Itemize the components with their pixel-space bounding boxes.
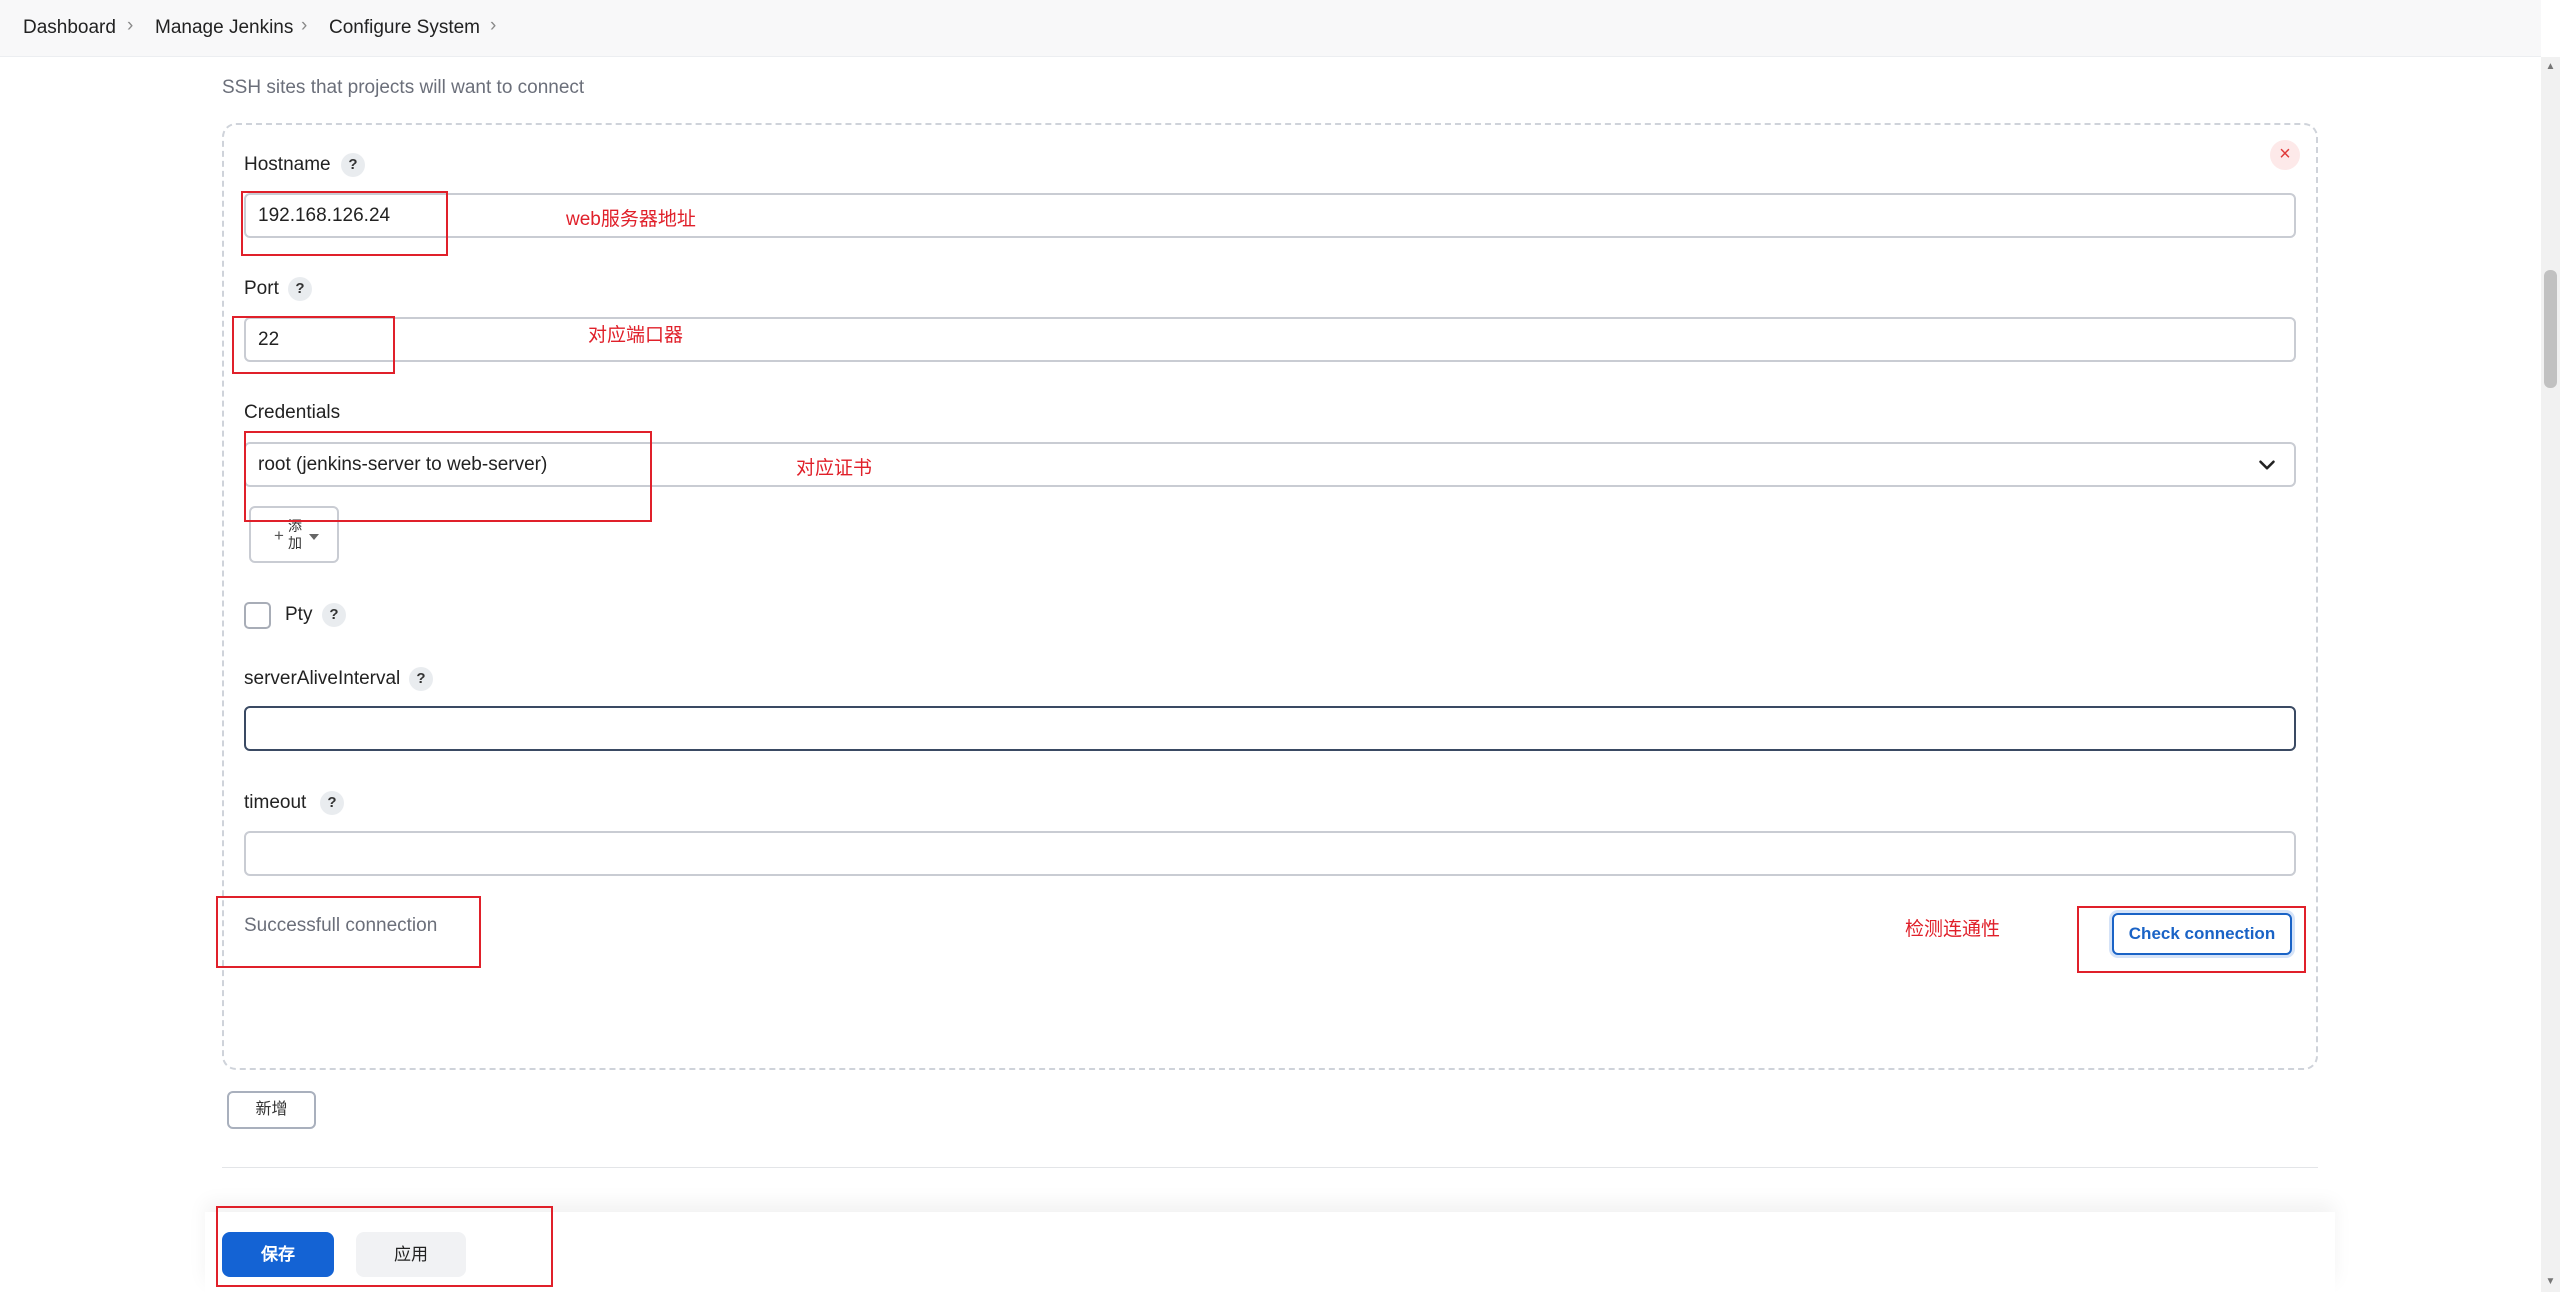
- timeout-label: timeout: [244, 792, 307, 813]
- annotation-box-port: [232, 316, 395, 374]
- add-new-site-button[interactable]: 新增: [227, 1091, 316, 1129]
- pty-checkbox[interactable]: [244, 602, 271, 629]
- annotation-box-credentials: [244, 431, 652, 522]
- scroll-down-arrow-icon[interactable]: ▼: [2544, 1275, 2557, 1289]
- port-label: Port: [244, 278, 279, 299]
- hostname-label: Hostname: [244, 154, 331, 175]
- server-alive-interval-label: serverAliveInterval: [244, 668, 401, 689]
- chevron-right-icon: ›: [490, 15, 497, 36]
- annotation-box-status: [216, 896, 481, 968]
- server-alive-interval-input[interactable]: [244, 706, 2296, 751]
- annotation-box-check: [2077, 906, 2306, 973]
- hostname-input[interactable]: 192.168.126.24: [244, 193, 2296, 238]
- timeout-input[interactable]: [244, 831, 2296, 876]
- annotation-hostname: web服务器地址: [566, 209, 696, 230]
- pty-label: Pty: [285, 604, 313, 625]
- chevron-right-icon: ›: [301, 15, 308, 36]
- plus-icon: +: [274, 526, 284, 545]
- add-credentials-label: 添加: [288, 518, 302, 551]
- port-input[interactable]: 22: [244, 317, 2296, 362]
- annotation-box-hostname: [241, 191, 448, 256]
- ssh-site-panel: [222, 123, 2318, 1070]
- annotation-credentials: 对应证书: [796, 458, 873, 479]
- breadcrumb: Dashboard › Manage Jenkins › Configure S…: [0, 0, 2541, 57]
- breadcrumb-dashboard[interactable]: Dashboard: [23, 17, 116, 39]
- section-divider: [222, 1167, 2318, 1168]
- help-icon[interactable]: ?: [320, 791, 344, 815]
- annotation-port: 对应端口器: [588, 325, 684, 346]
- help-icon[interactable]: ?: [288, 277, 312, 301]
- vertical-scrollbar[interactable]: [2541, 57, 2560, 1292]
- help-icon[interactable]: ?: [409, 667, 433, 691]
- chevron-right-icon: ›: [127, 15, 134, 36]
- scrollbar-thumb[interactable]: [2544, 270, 2557, 388]
- breadcrumb-manage-jenkins[interactable]: Manage Jenkins: [155, 17, 293, 39]
- chevron-down-icon: [2259, 460, 2275, 470]
- caret-down-icon: [309, 534, 319, 540]
- breadcrumb-configure-system[interactable]: Configure System: [329, 17, 480, 39]
- annotation-check: 检测连通性: [1905, 919, 2001, 940]
- section-description: SSH sites that projects will want to con…: [222, 77, 585, 98]
- close-icon[interactable]: ×: [2270, 140, 2300, 170]
- credentials-label: Credentials: [244, 402, 341, 423]
- annotation-box-footer: [216, 1206, 553, 1287]
- scroll-up-arrow-icon[interactable]: ▲: [2544, 60, 2557, 74]
- help-icon[interactable]: ?: [322, 603, 346, 627]
- help-icon[interactable]: ?: [341, 153, 365, 177]
